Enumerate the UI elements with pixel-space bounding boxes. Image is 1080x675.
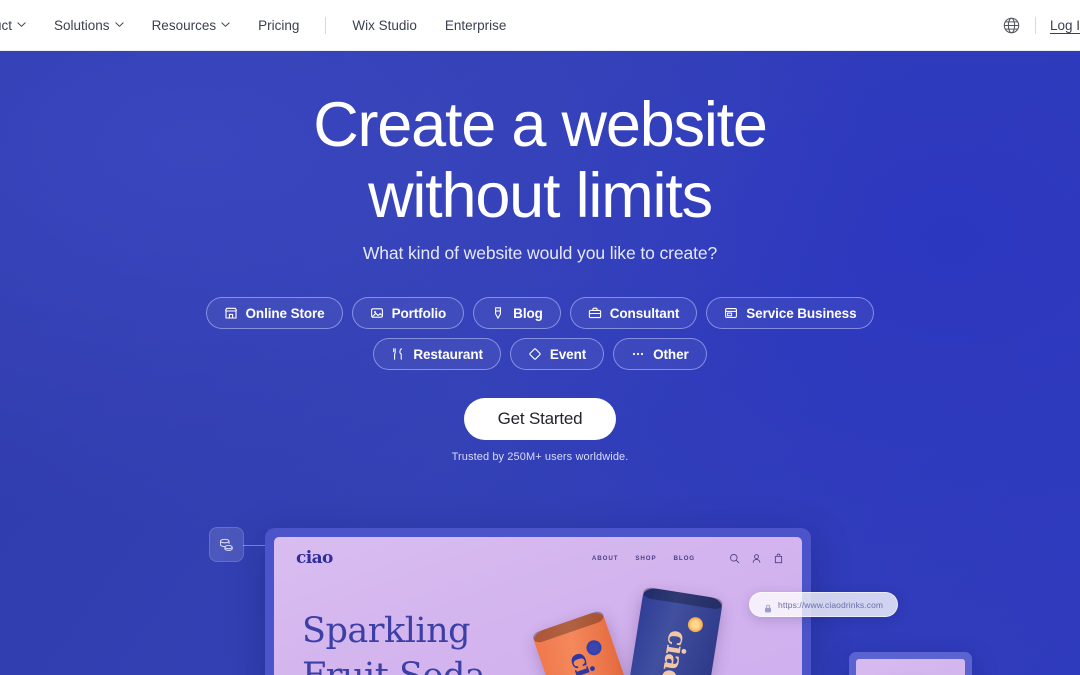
nav-item-label: uct [0,17,13,33]
mock-nav-shop[interactable]: SHOP [635,555,656,562]
mock-website: ciao ABOUT SHOP BLOG Sparkling ciao [274,537,802,675]
url-text: https://www.ciaodrinks.com [778,599,884,610]
mock-site-icon-group [729,553,784,564]
product-card-image: ciao [856,659,965,675]
nav-item-resources[interactable]: Resources [138,0,245,50]
hero-section: Create a website without limits What kin… [0,51,1080,675]
database-icon [218,536,235,553]
nav-item-label: Resources [151,17,217,33]
nav-item-label: Enterprise [444,17,507,33]
product-preview-card[interactable]: ciao [849,652,972,675]
chevron-down-icon [221,20,230,29]
globe-icon[interactable] [1002,16,1021,35]
can-brand-label: ciao [563,648,610,675]
mock-nav-blog[interactable]: BLOG [674,555,695,562]
mock-heading-line-2: Fruit Soda [302,654,486,675]
chevron-down-icon [114,20,124,29]
user-icon[interactable] [751,553,762,564]
cart-icon[interactable] [773,553,784,564]
mock-heading-line-1: Sparkling [302,611,471,651]
nav-item-label: Solutions [54,17,110,33]
nav-links-group: uct Solutions Resources Pricing [0,0,520,50]
search-icon[interactable] [729,553,740,564]
chevron-down-icon [17,20,26,29]
url-pill[interactable]: https://www.ciaodrinks.com [749,592,899,617]
mock-site-heading: Sparkling Fruit Soda [302,609,486,675]
nav-right-group: Log I [1002,0,1080,50]
can-lid [642,586,724,611]
lock-icon [764,600,772,613]
can-blue: ciao [620,586,724,675]
mock-site-navbar: ciao ABOUT SHOP BLOG [274,537,802,579]
database-icon-badge[interactable] [209,527,244,562]
nav-item-pricing[interactable]: Pricing [244,0,313,50]
website-preview-card[interactable]: ciao ABOUT SHOP BLOG Sparkling ciao [265,528,811,675]
wix-landing-page: uct Solutions Resources Pricing [0,0,1080,675]
can-brand-label: ciao [654,628,693,675]
nav-item-label: Wix Studio [352,17,417,33]
nav-item-solutions[interactable]: Solutions [40,0,138,50]
login-link[interactable]: Log I [1050,18,1080,33]
nav-divider [1034,16,1036,34]
mock-site-links: ABOUT SHOP BLOG [592,553,784,564]
mockup-stage: Sales ciao ABOUT SHOP BLOG [0,51,1080,675]
nav-item-enterprise[interactable]: Enterprise [431,0,521,50]
sunburst-logo-icon [686,616,704,634]
nav-item-label: Pricing [258,17,300,33]
top-navigation-bar: uct Solutions Resources Pricing [0,0,1080,51]
nav-divider [325,16,327,34]
mock-nav-about[interactable]: ABOUT [592,555,619,562]
nav-item-wix-studio[interactable]: Wix Studio [338,0,431,50]
mock-site-logo: ciao [296,548,333,568]
can-orange: ciao [531,609,647,675]
product-cans-image: ciao ciao [531,586,784,675]
nav-item-product[interactable]: uct [0,0,40,50]
